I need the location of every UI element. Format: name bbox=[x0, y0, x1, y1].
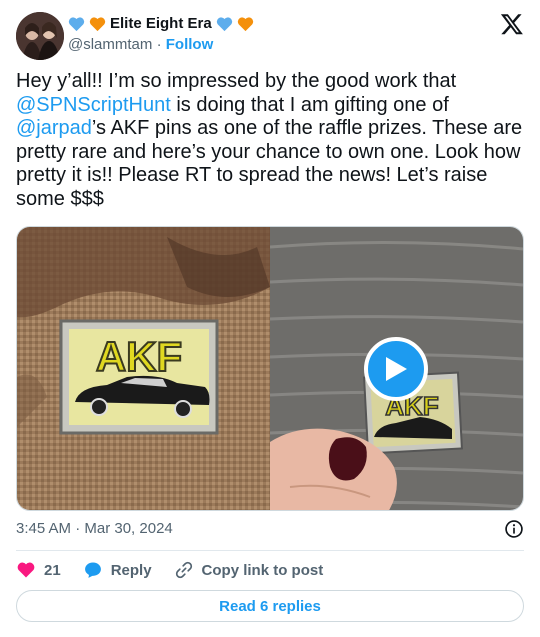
follow-button[interactable]: Follow bbox=[166, 36, 214, 53]
author-handle[interactable]: @slammtam bbox=[68, 36, 152, 53]
divider bbox=[16, 550, 524, 551]
copy-link-label: Copy link to post bbox=[201, 561, 324, 579]
orange-heart-icon bbox=[89, 16, 106, 31]
tweet-text-part: is doing that I am gifting one of bbox=[170, 93, 455, 116]
author-name-row[interactable]: Elite Eight Era bbox=[68, 15, 254, 32]
tweet-card: Elite Eight Era @slammtam · Follow Hey y… bbox=[0, 0, 540, 637]
blue-heart-icon bbox=[68, 16, 85, 31]
info-icon[interactable] bbox=[504, 519, 524, 539]
link-icon bbox=[175, 561, 192, 579]
media-grid: AKF AKF bbox=[16, 226, 524, 511]
pin-akf-letters: AKF bbox=[96, 333, 182, 380]
like-button[interactable]: 21 bbox=[16, 560, 61, 580]
photo-akf-pin[interactable]: AKF bbox=[17, 227, 270, 510]
display-name[interactable]: Elite Eight Era bbox=[110, 15, 212, 32]
speech-bubble-icon bbox=[84, 562, 101, 578]
copy-link-button[interactable]: Copy link to post bbox=[174, 560, 324, 580]
handle-row: @slammtam · Follow bbox=[68, 36, 213, 53]
avatar[interactable] bbox=[16, 12, 64, 60]
handle-separator: · bbox=[156, 36, 162, 53]
reply-label: Reply bbox=[110, 561, 152, 579]
action-bar: 21 Reply Copy link to post bbox=[16, 558, 345, 582]
reply-button[interactable]: Reply bbox=[83, 560, 152, 580]
heart-filled-icon bbox=[17, 562, 35, 578]
tweet-text-part: ’s AKF pins as one of the raffle prizes.… bbox=[16, 117, 528, 210]
blue-heart-icon bbox=[216, 16, 232, 31]
orange-heart-icon bbox=[237, 16, 253, 31]
play-icon bbox=[386, 357, 407, 381]
tweet-text-part: Hey y’all!! I’m so impressed by the good… bbox=[16, 70, 462, 92]
video-akf-pin[interactable]: AKF bbox=[269, 227, 523, 510]
read-replies-button[interactable]: Read 6 replies bbox=[16, 590, 524, 622]
tweet-text: Hey y’all!! I’m so impressed by the good… bbox=[16, 70, 524, 211]
x-logo-icon[interactable] bbox=[500, 12, 524, 36]
mention-link-jarpad[interactable]: @jarpad bbox=[16, 117, 92, 139]
like-count: 21 bbox=[44, 561, 61, 579]
post-timestamp[interactable]: 3:45 AM · Mar 30, 2024 bbox=[16, 520, 173, 537]
mention-link-spnscripthunt[interactable]: @SPNScriptHunt bbox=[16, 94, 171, 116]
play-button[interactable] bbox=[364, 337, 428, 401]
